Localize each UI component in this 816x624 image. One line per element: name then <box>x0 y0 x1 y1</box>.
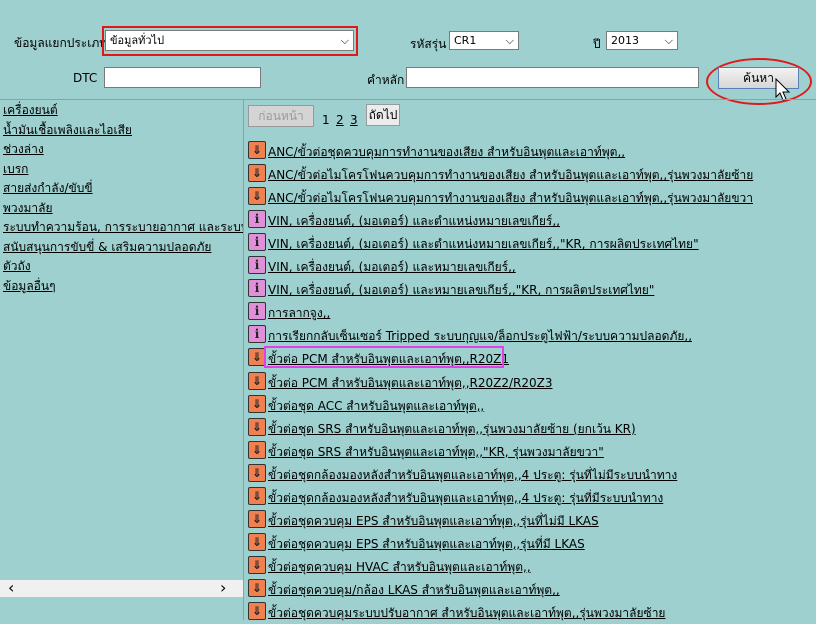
result-link[interactable]: ขั้วต่อชุด SRS สำหรับอินพุตและเอาท์พุต,,… <box>268 443 604 462</box>
result-link[interactable]: การลากจูง,, <box>268 304 330 323</box>
connector-icon: ⇓ <box>248 417 266 436</box>
dtc-input[interactable] <box>104 67 261 88</box>
sidebar-item-engine[interactable]: เครื่องยนต์ <box>3 101 243 121</box>
result-link[interactable]: ANC/ขั้วต่อชุดควบคุมการทำงานของเสียง สำห… <box>268 143 625 162</box>
chevron-down-icon: ⌵ <box>340 34 349 47</box>
pager-prev-button[interactable]: ก่อนหน้า <box>248 105 314 127</box>
scroll-right-icon[interactable]: › <box>220 578 226 597</box>
sidebar-item-suspension[interactable]: ช่วงล่าง <box>3 140 243 160</box>
result-link[interactable]: VIN, เครื่องยนต์, (มอเตอร์) และตำแหน่งหม… <box>268 212 560 231</box>
result-link[interactable]: VIN, เครื่องยนต์, (มอเตอร์) และหมายเลขเก… <box>268 281 654 300</box>
sidebar-nav: เครื่องยนต์ น้ำมันเชื้อเพลิงและไอเสีย ช่… <box>3 101 243 296</box>
sidebar-item-other[interactable]: ข้อมูลอื่นๆ <box>3 277 243 297</box>
connector-icon: ⇓ <box>248 578 266 597</box>
sidebar-item-brakes[interactable]: เบรก <box>3 160 243 180</box>
result-link[interactable]: ขั้วต่อชุดควบคุมระบบปรับอากาศ สำหรับอินพ… <box>268 604 665 623</box>
model-code-label: รหัสรุ่น <box>410 37 447 51</box>
page-link-1[interactable]: 1 <box>322 113 330 127</box>
category-select[interactable]: ข้อมูลทั่วไป ⌵ <box>105 30 354 51</box>
info-icon: i <box>248 233 266 252</box>
page-link-2[interactable]: 2 <box>336 113 344 127</box>
connector-icon: ⇓ <box>248 440 266 459</box>
sidebar-item-body[interactable]: ตัวถัง <box>3 257 243 277</box>
result-link[interactable]: ขั้วต่อชุดกล้องมองหลังสำหรับอินพุตและเอา… <box>268 466 677 485</box>
model-code-select[interactable]: CR1 ⌵ <box>449 31 519 50</box>
keyword-label: คำหลัก <box>367 73 405 87</box>
sidebar-item-fuel-exhaust[interactable]: น้ำมันเชื้อเพลิงและไอเสีย <box>3 121 243 141</box>
connector-icon: ⇓ <box>248 509 266 528</box>
result-link[interactable]: ขั้วต่อ PCM สำหรับอินพุตและเอาท์พุต,,R20… <box>268 374 552 393</box>
sidebar-scrollbar[interactable]: ‹ › <box>0 578 243 597</box>
result-link[interactable]: ขั้วต่อชุดควบคุม EPS สำหรับอินพุตและเอาท… <box>268 535 585 554</box>
result-link[interactable]: ANC/ขั้วต่อไมโครโฟนควบคุมการทำงานของเสีย… <box>268 189 753 208</box>
chevron-down-icon: ⌵ <box>664 34 673 47</box>
info-icon: i <box>248 325 266 344</box>
sidebar-item-steering[interactable]: พวงมาลัย <box>3 199 243 219</box>
connector-icon: ⇓ <box>248 164 266 183</box>
sidebar-item-driver-assist[interactable]: สนับสนุนการขับขี่ & เสริมความปลอดภัย <box>3 238 243 258</box>
result-link[interactable]: VIN, เครื่องยนต์, (มอเตอร์) และตำแหน่งหม… <box>268 235 699 254</box>
result-link[interactable]: การเรียกกลับเซ็นเซอร์ Tripped ระบบกุญแจ/… <box>268 327 692 346</box>
page-link-3[interactable]: 3 <box>350 113 358 127</box>
connector-icon: ⇓ <box>248 486 266 505</box>
connector-icon: ⇓ <box>248 532 266 551</box>
result-link[interactable]: VIN, เครื่องยนต์, (มอเตอร์) และหมายเลขเก… <box>268 258 516 277</box>
keyword-input[interactable] <box>406 67 699 88</box>
category-label: ข้อมูลแยกประเภท <box>14 36 108 50</box>
scroll-left-icon[interactable]: ‹ <box>8 578 14 597</box>
model-code-value: CR1 <box>454 34 477 47</box>
year-label: ปี <box>593 37 601 51</box>
pager-next-button[interactable]: ถัดไป <box>366 104 400 126</box>
chevron-down-icon: ⌵ <box>505 34 514 47</box>
result-link[interactable]: ขั้วต่อชุดควบคุม/กล้อง LKAS สำหรับอินพุต… <box>268 581 560 600</box>
result-link[interactable]: ANC/ขั้วต่อไมโครโฟนควบคุมการทำงานของเสีย… <box>268 166 753 185</box>
sidebar-divider <box>243 99 244 620</box>
info-icon: i <box>248 210 266 229</box>
info-icon: i <box>248 302 266 321</box>
connector-icon: ⇓ <box>248 187 266 206</box>
result-link[interactable]: ขั้วต่อชุดควบคุม HVAC สำหรับอินพุตและเอา… <box>268 558 531 577</box>
year-value: 2013 <box>611 34 639 47</box>
connector-icon: ⇓ <box>248 463 266 482</box>
sidebar-item-hvac[interactable]: ระบบทำความร้อน, การระบายอากาศ และระบบปรั… <box>3 218 243 238</box>
category-select-value: ข้อมูลทั่วไป <box>110 34 165 47</box>
connector-icon: ⇓ <box>248 602 266 620</box>
dtc-label: DTC <box>73 71 98 85</box>
sidebar-item-drivetrain[interactable]: สายส่งกำลัง/ขับขี่ <box>3 179 243 199</box>
info-icon: i <box>248 256 266 275</box>
info-icon: i <box>248 279 266 298</box>
result-link[interactable]: ขั้วต่อชุดกล้องมองหลังสำหรับอินพุตและเอา… <box>268 489 663 508</box>
connector-icon: ⇓ <box>248 555 266 574</box>
result-link[interactable]: ขั้วต่อชุด ACC สำหรับอินพุตและเอาท์พุต,, <box>268 397 484 416</box>
connector-icon: ⇓ <box>248 141 266 159</box>
connector-icon: ⇓ <box>248 371 266 390</box>
year-select[interactable]: 2013 ⌵ <box>606 31 678 50</box>
connector-icon: ⇓ <box>248 394 266 413</box>
header-divider <box>0 99 816 100</box>
result-link[interactable]: ขั้วต่อชุดควบคุม EPS สำหรับอินพุตและเอาท… <box>268 512 599 531</box>
result-link[interactable]: ขั้วต่อชุด SRS สำหรับอินพุตและเอาท์พุต,,… <box>268 420 636 439</box>
selected-result-highlight <box>264 346 504 368</box>
